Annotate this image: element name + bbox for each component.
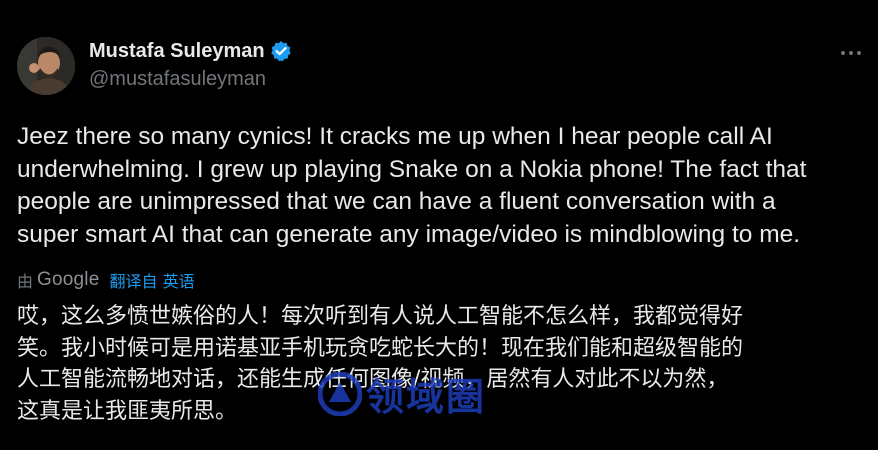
- watermark-text: 领域圈: [366, 375, 487, 419]
- profile-photo: [17, 37, 75, 95]
- translation-attribution: 由 Google 翻译自 英语: [17, 266, 195, 294]
- more-options-icon[interactable]: [838, 40, 864, 66]
- avatar[interactable]: [17, 37, 75, 95]
- tweet-text: Jeez there so many cynics! It cracks me …: [17, 121, 867, 251]
- author-name-row: Mustafa Suleyman: [89, 37, 292, 65]
- tweet-text-line: people are unimpressed that we can have …: [17, 188, 776, 215]
- tweet-text-line: underwhelming. I grew up playing Snake o…: [17, 155, 807, 183]
- watermark: 领域圈: [318, 366, 486, 421]
- translated-from-link[interactable]: 翻译自 英语: [109, 268, 194, 292]
- tweet-text-line: super smart AI that can generate any ima…: [17, 220, 801, 248]
- tweet-text-line: Jeez there so many cynics! It cracks me …: [17, 123, 773, 150]
- translated-text-line: 笑。我小时候可是用诺基亚手机玩贪吃蛇长大的！现在我们能和超级智能的: [17, 335, 744, 361]
- translated-by-label: 由: [17, 272, 34, 291]
- google-logo: Google: [37, 269, 100, 290]
- translated-text-line: 哎，这么多愤世嫉俗的人！每次听到有人说人工智能不怎么样，我都觉得好: [17, 304, 744, 329]
- verified-badge-icon[interactable]: [270, 40, 292, 62]
- author-display-name[interactable]: Mustafa Suleyman: [89, 40, 265, 63]
- author-handle[interactable]: @mustafasuleyman: [89, 68, 266, 91]
- watermark-logo-icon: [318, 371, 362, 416]
